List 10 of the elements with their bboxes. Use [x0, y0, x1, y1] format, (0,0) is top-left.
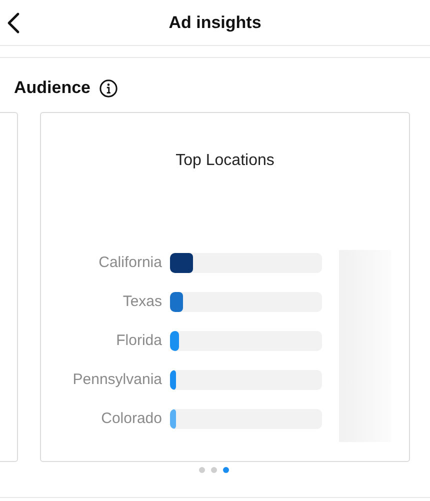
info-icon[interactable] — [98, 78, 118, 98]
card-title: Top Locations — [174, 151, 276, 171]
location-label: California — [98, 252, 163, 273]
page-title: Ad insights — [168, 12, 262, 34]
location-label: Pennsylvania — [72, 370, 163, 390]
location-label: Colorado — [100, 408, 163, 429]
section-title: Audience — [14, 77, 91, 100]
back-icon[interactable] — [6, 12, 20, 34]
location-label: Texas — [122, 292, 163, 312]
location-label: Florida — [115, 330, 163, 351]
